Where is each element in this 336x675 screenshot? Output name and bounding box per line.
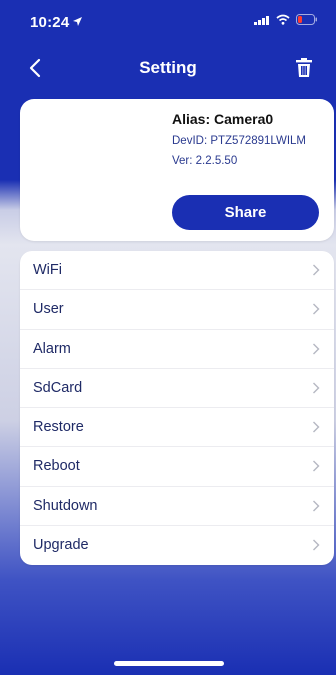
status-indicators [254, 14, 318, 25]
location-arrow-icon [73, 17, 82, 26]
menu-item-label: Reboot [33, 458, 80, 475]
menu-item-sdcard[interactable]: SdCard [20, 369, 334, 408]
chevron-right-icon [313, 382, 320, 394]
menu-item-shutdown[interactable]: Shutdown [20, 487, 334, 526]
menu-item-restore[interactable]: Restore [20, 408, 334, 448]
device-alias: Alias: Camera0 [172, 111, 274, 127]
chevron-right-icon [313, 421, 320, 433]
menu-item-label: SdCard [33, 379, 83, 396]
share-button[interactable]: Share [172, 195, 319, 230]
status-bar: 10:24 [0, 0, 336, 44]
cellular-signal-icon [254, 15, 269, 25]
menu-item-label: Upgrade [33, 536, 89, 553]
chevron-right-icon [313, 539, 320, 551]
menu-item-alarm[interactable]: Alarm [20, 330, 334, 369]
device-info-card: Alias: Camera0 DevID: PTZ572891LWILM Ver… [20, 99, 334, 241]
menu-item-label: Alarm [33, 340, 71, 357]
battery-icon [296, 14, 317, 25]
device-id: DevID: PTZ572891LWILM [172, 135, 307, 147]
menu-item-reboot[interactable]: Reboot [20, 447, 334, 487]
menu-item-label: WiFi [33, 262, 62, 278]
trash-icon [296, 58, 312, 77]
settings-menu-list: WiFi User Alarm SdCard Restore Reboot Sh… [20, 251, 334, 565]
home-indicator[interactable] [114, 661, 224, 666]
menu-item-label: User [33, 301, 64, 318]
device-version: Ver: 2.2.5.50 [172, 155, 238, 167]
chevron-right-icon [313, 303, 320, 315]
page-title: Setting [139, 58, 197, 77]
delete-button[interactable] [292, 56, 316, 80]
wifi-icon [276, 14, 290, 25]
menu-item-wifi[interactable]: WiFi [20, 251, 334, 291]
menu-item-user[interactable]: User [20, 290, 334, 330]
status-time: 10:24 [30, 14, 70, 31]
menu-item-label: Shutdown [33, 497, 98, 514]
chevron-right-icon [313, 343, 320, 354]
chevron-right-icon [313, 460, 320, 472]
nav-bar: Setting [0, 50, 336, 86]
menu-item-label: Restore [33, 419, 84, 435]
chevron-right-icon [313, 500, 320, 511]
chevron-right-icon [313, 264, 320, 276]
settings-screen: 10:24 Setting Alias: Camera0 DevID: PTZ5… [0, 0, 336, 675]
menu-item-upgrade[interactable]: Upgrade [20, 526, 334, 565]
